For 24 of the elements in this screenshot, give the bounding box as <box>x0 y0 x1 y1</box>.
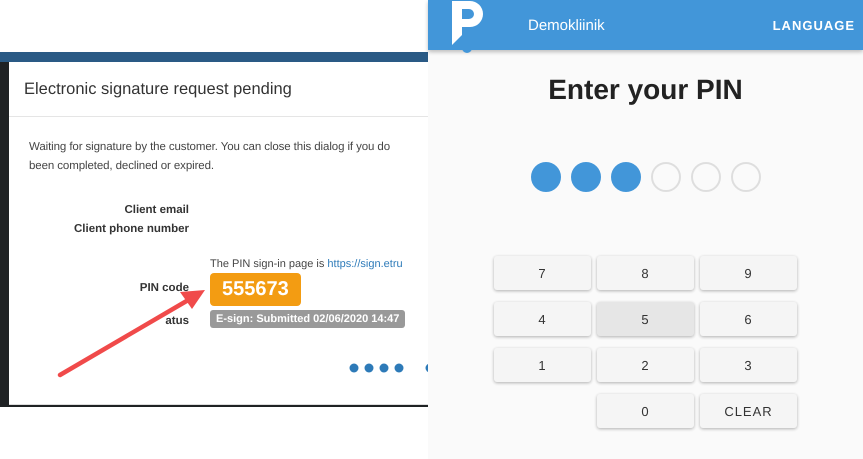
dialog-title: Electronic signature request pending <box>24 80 292 98</box>
digit-key[interactable]: 9 <box>700 256 797 290</box>
digit-key[interactable]: 7 <box>494 256 591 290</box>
digit-key[interactable]: 8 <box>597 256 694 290</box>
digit-key[interactable]: 1 <box>494 348 591 382</box>
field-label: PIN code <box>140 281 189 296</box>
pin-note: The PIN sign-in page is https://sign.etru <box>210 258 403 270</box>
digit-key[interactable]: 6 <box>700 302 797 336</box>
field-label: Client phone number <box>74 222 189 237</box>
digit-key[interactable]: 4 <box>494 302 591 336</box>
sign-in-link[interactable]: https://sign.etru <box>327 258 403 270</box>
description-line: been completed, declined or expired. <box>29 159 214 174</box>
digit-key[interactable]: 3 <box>700 348 797 382</box>
field-label: atus <box>165 314 189 328</box>
digit-key[interactable]: 2 <box>597 348 694 382</box>
description-line: Waiting for signature by the customer. You can close this dialog if you do <box>29 140 390 155</box>
page-title: Enter your PIN <box>548 74 743 106</box>
field-label: Client email <box>124 203 189 218</box>
status-badge: E-sign: Submitted 02/06/2020 14:47 <box>210 310 406 328</box>
digit-key[interactable]: 5 <box>597 302 694 336</box>
pin-code: 555673 <box>210 273 301 306</box>
app-name: Demokliinik <box>528 16 605 34</box>
clear-key[interactable]: CLEAR <box>700 394 797 428</box>
digit-key[interactable]: 0 <box>597 394 694 428</box>
